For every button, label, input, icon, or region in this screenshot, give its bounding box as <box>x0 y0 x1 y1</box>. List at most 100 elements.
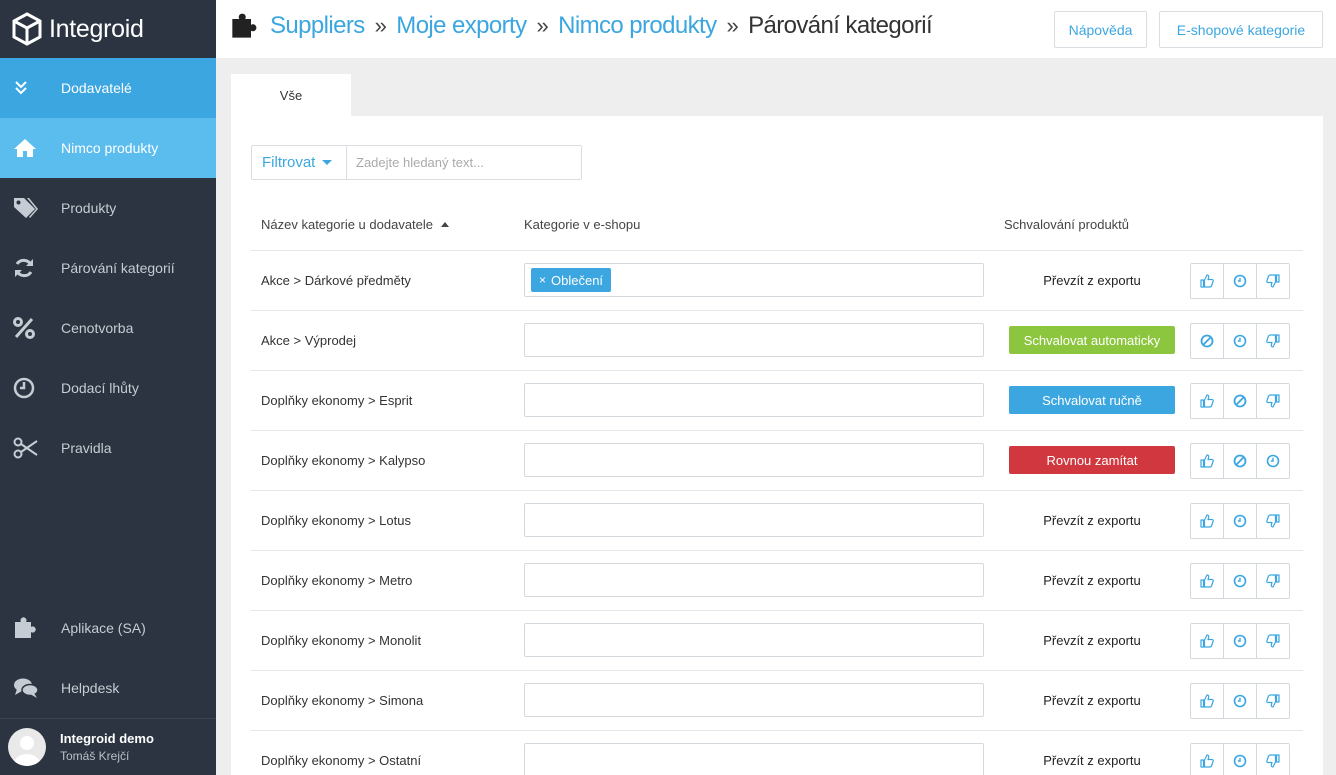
approve-button[interactable] <box>1190 743 1224 775</box>
tab-all[interactable]: Vše <box>231 74 351 116</box>
approve-button[interactable] <box>1190 563 1224 599</box>
reject-button[interactable] <box>1256 383 1290 419</box>
scissors-icon <box>0 437 61 459</box>
eshop-category-input[interactable] <box>524 623 984 657</box>
inherit-button[interactable] <box>1223 443 1257 479</box>
inherit-button[interactable] <box>1223 383 1257 419</box>
app-name: Integroid <box>49 14 144 43</box>
supplier-category-name: Akce > Dárkové předměty <box>261 273 411 288</box>
sidebar-item-apps[interactable]: Aplikace (SA) <box>0 598 216 658</box>
breadcrumb-separator: » <box>374 13 387 38</box>
thumbs-up-icon <box>1200 514 1214 528</box>
sidebar-item-label: Aplikace (SA) <box>61 620 146 636</box>
manual-approval-button[interactable] <box>1223 563 1257 599</box>
approval-actions <box>1190 383 1290 419</box>
sort-ascending-icon <box>441 222 450 227</box>
eshop-category-input[interactable] <box>524 743 984 775</box>
reject-button[interactable] <box>1256 743 1290 775</box>
sidebar-item-category-matching[interactable]: Párování kategorií <box>0 238 216 298</box>
table-row: Doplňky ekonomy > Metro Převzít z exportu <box>251 551 1303 611</box>
approve-button[interactable] <box>1190 623 1224 659</box>
reject-button[interactable] <box>1256 563 1290 599</box>
thumbs-up-icon <box>1200 694 1214 708</box>
reject-button[interactable] <box>1256 623 1290 659</box>
manual-approval-button[interactable] <box>1223 263 1257 299</box>
manual-approval-button[interactable] <box>1223 503 1257 539</box>
search-input[interactable] <box>347 146 581 179</box>
table-row: Doplňky ekonomy > Esprit Schvalovat ručně <box>251 371 1303 431</box>
reject-button[interactable] <box>1256 263 1290 299</box>
app-logo[interactable]: Integroid <box>0 0 216 58</box>
sidebar-item-suppliers[interactable]: Dodavatelé <box>0 58 216 118</box>
user-subtitle: Tomáš Krejčí <box>60 749 130 763</box>
puzzle-icon <box>230 13 258 39</box>
clock-icon <box>1233 754 1247 768</box>
approve-button[interactable] <box>1190 503 1224 539</box>
reject-button[interactable] <box>1256 323 1290 359</box>
eshop-category-input[interactable] <box>524 383 984 417</box>
approval-status: Převzít z exportu <box>1043 572 1141 588</box>
user-profile[interactable]: Integroid demo Tomáš Krejčí <box>0 718 216 775</box>
supplier-category-name: Akce > Výprodej <box>261 333 357 348</box>
sidebar-item-label: Dodavatelé <box>61 80 132 96</box>
help-button[interactable]: Nápověda <box>1054 11 1147 48</box>
thumbs-up-icon <box>1200 574 1214 588</box>
eshop-category-input[interactable] <box>524 563 984 597</box>
supplier-category-name: Doplňky ekonomy > Lotus <box>261 513 411 528</box>
approval-actions <box>1190 263 1290 299</box>
breadcrumb-separator: » <box>536 13 549 38</box>
supplier-category-name: Doplňky ekonomy > Esprit <box>261 393 413 408</box>
chat-icon <box>0 677 61 699</box>
sidebar-item-products[interactable]: Produkty <box>0 178 216 238</box>
reject-button[interactable] <box>1256 683 1290 719</box>
ban-icon <box>1233 454 1247 468</box>
approval-actions <box>1190 563 1290 599</box>
eshop-category-input[interactable] <box>524 503 984 537</box>
manual-approval-button[interactable] <box>1223 323 1257 359</box>
sidebar-item-pricing[interactable]: Cenotvorba <box>0 298 216 358</box>
clock-icon <box>1233 334 1247 348</box>
manual-approval-button[interactable] <box>1223 683 1257 719</box>
approve-button[interactable] <box>1190 683 1224 719</box>
approve-button[interactable] <box>1190 443 1224 479</box>
table-row: Akce > Výprodej Schvalovat automaticky <box>251 311 1303 371</box>
reject-button[interactable] <box>1256 503 1290 539</box>
category-tag-label: Oblečení <box>551 272 604 288</box>
eshop-category-input[interactable] <box>524 323 984 357</box>
breadcrumb-link-nimco-products[interactable]: Nimco produkty <box>558 12 717 40</box>
eshop-category-input[interactable] <box>524 443 984 477</box>
clock-icon <box>1233 274 1247 288</box>
eshop-categories-button[interactable]: E-shopové kategorie <box>1159 11 1323 48</box>
category-tag[interactable]: × Oblečení <box>531 268 612 292</box>
table-row: Doplňky ekonomy > Simona Převzít z export… <box>251 671 1303 731</box>
thumbs-down-icon <box>1266 754 1280 768</box>
manual-approval-button[interactable] <box>1256 443 1290 479</box>
column-header-product-approval: Schvalování produktů <box>1004 217 1129 232</box>
column-header-eshop-category: Kategorie v e-shopu <box>524 217 640 232</box>
table-row: Akce > Dárkové předměty × Oblečení Převzít … <box>251 251 1303 311</box>
table-row: Doplňky ekonomy > Kalypso Rovnou zamítat <box>251 431 1303 491</box>
thumbs-down-icon <box>1266 334 1280 348</box>
approve-button[interactable] <box>1190 263 1224 299</box>
eshop-category-input[interactable]: × Oblečení <box>524 263 984 297</box>
approval-actions <box>1190 443 1290 479</box>
manual-approval-button[interactable] <box>1223 623 1257 659</box>
column-header-supplier-category[interactable]: Název kategorie u dodavatele <box>261 217 450 232</box>
sidebar-item-delivery-times[interactable]: Dodací lhůty <box>0 358 216 418</box>
approve-button[interactable] <box>1190 383 1224 419</box>
supplier-category-name: Doplňky ekonomy > Metro <box>261 573 413 588</box>
sidebar-item-label: Pravidla <box>61 440 112 456</box>
inherit-button[interactable] <box>1190 323 1224 359</box>
manual-approval-button[interactable] <box>1223 743 1257 775</box>
sidebar-item-nimco-products[interactable]: Nimco produkty <box>0 118 216 178</box>
sidebar-item-helpdesk[interactable]: Helpdesk <box>0 658 216 718</box>
column-header-label: Schvalování produktů <box>1004 217 1130 232</box>
breadcrumb-link-suppliers[interactable]: Suppliers <box>270 12 365 40</box>
sidebar-item-rules[interactable]: Pravidla <box>0 418 216 478</box>
eshop-category-input[interactable] <box>524 683 984 717</box>
thumbs-up-icon <box>1200 634 1214 648</box>
remove-tag-icon[interactable]: × <box>539 273 546 287</box>
ban-icon <box>1200 334 1214 348</box>
filter-dropdown-button[interactable]: Filtrovat <box>252 146 347 179</box>
breadcrumb-link-exports[interactable]: Moje exporty <box>396 12 527 40</box>
